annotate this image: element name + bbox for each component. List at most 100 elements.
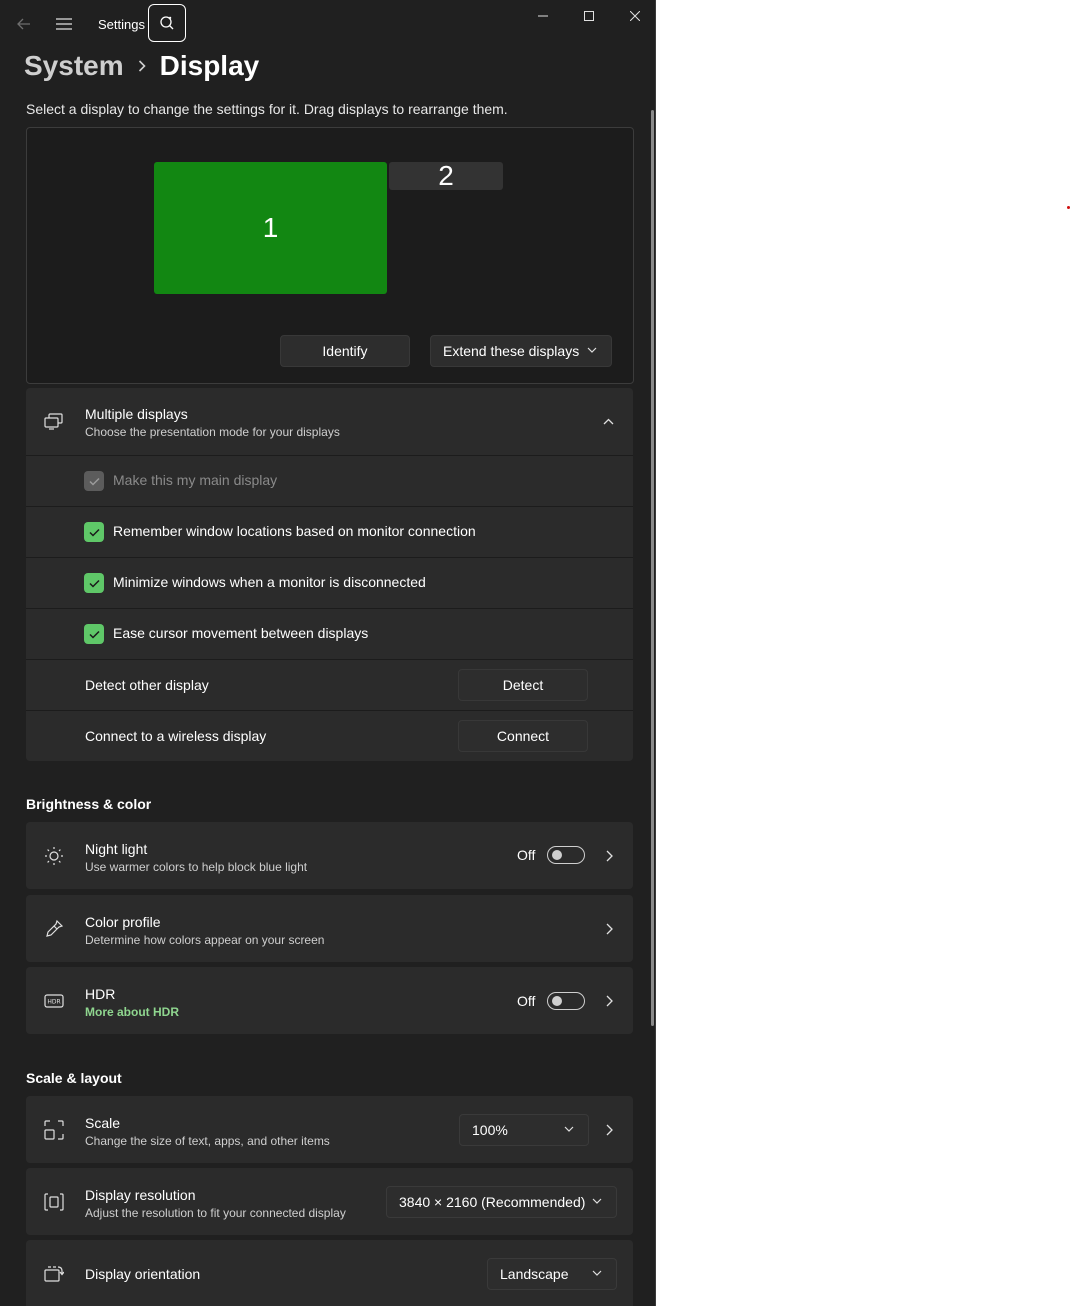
wireless-display-label: Connect to a wireless display [85,728,267,744]
scale-layout-heading: Scale & layout [26,1070,122,1086]
intro-text: Select a display to change the settings … [26,101,508,117]
back-button[interactable] [8,8,40,40]
page-title: Display [159,50,260,81]
maximize-icon [584,11,594,21]
monitor-label: 2 [438,160,454,191]
maximize-button[interactable] [566,0,612,32]
chevron-down-icon [592,1270,602,1276]
scale-dropdown[interactable]: 100% [459,1114,589,1146]
svg-text:HDR: HDR [47,999,60,1006]
hdr-learn-more-link[interactable]: More about HDR [85,1005,179,1019]
hdr-icon: HDR [42,989,66,1013]
search-button[interactable] [148,4,186,42]
monitor-2-tile[interactable]: 2 [389,160,503,191]
back-arrow-icon [17,18,30,30]
display-mode-value: Extend these displays [443,343,580,359]
red-dot-marker [1067,206,1070,209]
scale-value: 100% [472,1122,508,1138]
close-icon [630,11,640,21]
detect-display-label: Detect other display [85,677,209,693]
toggle-knob [552,850,563,860]
app-title: Settings [98,17,145,32]
hamburger-menu-icon [56,18,72,30]
night-light-toggle[interactable] [547,846,586,864]
checkmark-icon [88,579,100,588]
display-mode-dropdown[interactable]: Extend these displays [430,335,612,367]
minimize-windows-checkbox[interactable] [84,573,104,593]
chevron-right-icon [603,850,615,862]
hdr-state: Off [517,993,536,1009]
scale-subtitle: Change the size of text, apps, and other… [85,1134,330,1148]
identify-button[interactable]: Identify [280,335,410,367]
night-light-card[interactable]: Night light Use warmer colors to help bl… [26,822,633,889]
hdr-toggle[interactable] [547,992,586,1010]
eyedropper-icon [42,917,66,941]
main-display-label: Make this my main display [113,472,278,488]
night-light-toggle-group: Off [517,846,586,864]
settings-window: Settings System Display Select a display… [0,0,656,1306]
remember-locations-label: Remember window locations based on monit… [113,523,476,539]
breadcrumb: System Display [24,46,259,86]
remember-locations-option: Remember window locations based on monit… [26,506,633,557]
monitor-label: 1 [262,212,279,243]
main-display-option: Make this my main display [26,455,633,506]
scrollbar-thumb[interactable] [651,110,654,1026]
resolution-value: 3840 × 2160 (Recommended) [399,1194,586,1210]
multiple-displays-header[interactable]: Multiple displays Choose the presentatio… [26,388,633,456]
chevron-right-icon [603,923,615,935]
toggle-knob [552,996,563,1006]
checkmark-icon [88,630,100,639]
color-profile-title: Color profile [85,914,161,930]
multiple-displays-icon [42,410,66,434]
brightness-sun-icon [42,844,66,868]
checkmark-icon [88,477,100,486]
close-button[interactable] [612,0,655,32]
main-display-checkbox[interactable] [84,471,104,491]
display-arrangement-panel: 1 2 Identify Extend these displays [26,127,634,384]
night-light-subtitle: Use warmer colors to help block blue lig… [85,860,308,874]
display-orientation-card: Display orientation Landscape [26,1240,633,1306]
ease-cursor-checkbox[interactable] [84,624,104,644]
hdr-title: HDR [85,986,116,1002]
ease-cursor-option: Ease cursor movement between displays [26,608,633,659]
hdr-toggle-group: Off [517,992,586,1010]
multiple-displays-title: Multiple displays [85,406,188,422]
minimize-button[interactable] [520,0,566,32]
chevron-down-icon [564,1126,574,1132]
monitor-1-tile[interactable]: 1 [154,162,387,294]
title-bar: Settings [0,0,655,48]
resolution-dropdown[interactable]: 3840 × 2160 (Recommended) [386,1186,617,1218]
color-profile-subtitle: Determine how colors appear on your scre… [85,933,325,947]
chevron-right-icon [603,1124,615,1136]
detect-button[interactable]: Detect [458,669,588,701]
ease-cursor-label: Ease cursor movement between displays [113,625,369,641]
multiple-displays-group: Multiple displays Choose the presentatio… [26,388,633,761]
resolution-icon [42,1190,66,1214]
navigation-menu-button[interactable] [48,8,80,40]
connect-button[interactable]: Connect [458,720,588,752]
detect-display-row: Detect other display Detect [26,659,633,710]
scale-title: Scale [85,1115,121,1131]
scale-icon [42,1118,66,1142]
search-icon [160,16,174,30]
orientation-icon [42,1262,66,1286]
chevron-down-icon [592,1198,602,1204]
wireless-display-row: Connect to a wireless display Connect [26,710,633,761]
chevron-down-icon [587,347,597,353]
display-resolution-title: Display resolution [85,1187,196,1203]
chevron-right-icon [603,995,615,1007]
color-profile-card[interactable]: Color profile Determine how colors appea… [26,895,633,962]
orientation-value: Landscape [500,1266,569,1282]
multiple-displays-subtitle: Choose the presentation mode for your di… [85,425,340,439]
night-light-state: Off [517,847,536,863]
chevron-up-icon [603,418,614,425]
orientation-dropdown[interactable]: Landscape [487,1258,617,1290]
display-orientation-title: Display orientation [85,1266,201,1282]
checkmark-icon [88,528,100,537]
hdr-card[interactable]: HDR HDR More about HDR Off [26,967,633,1034]
minimize-icon [538,15,548,17]
scale-card[interactable]: Scale Change the size of text, apps, and… [26,1096,633,1163]
minimize-windows-label: Minimize windows when a monitor is disco… [113,574,426,590]
remember-locations-checkbox[interactable] [84,522,104,542]
breadcrumb-system-link[interactable]: System [24,50,124,82]
